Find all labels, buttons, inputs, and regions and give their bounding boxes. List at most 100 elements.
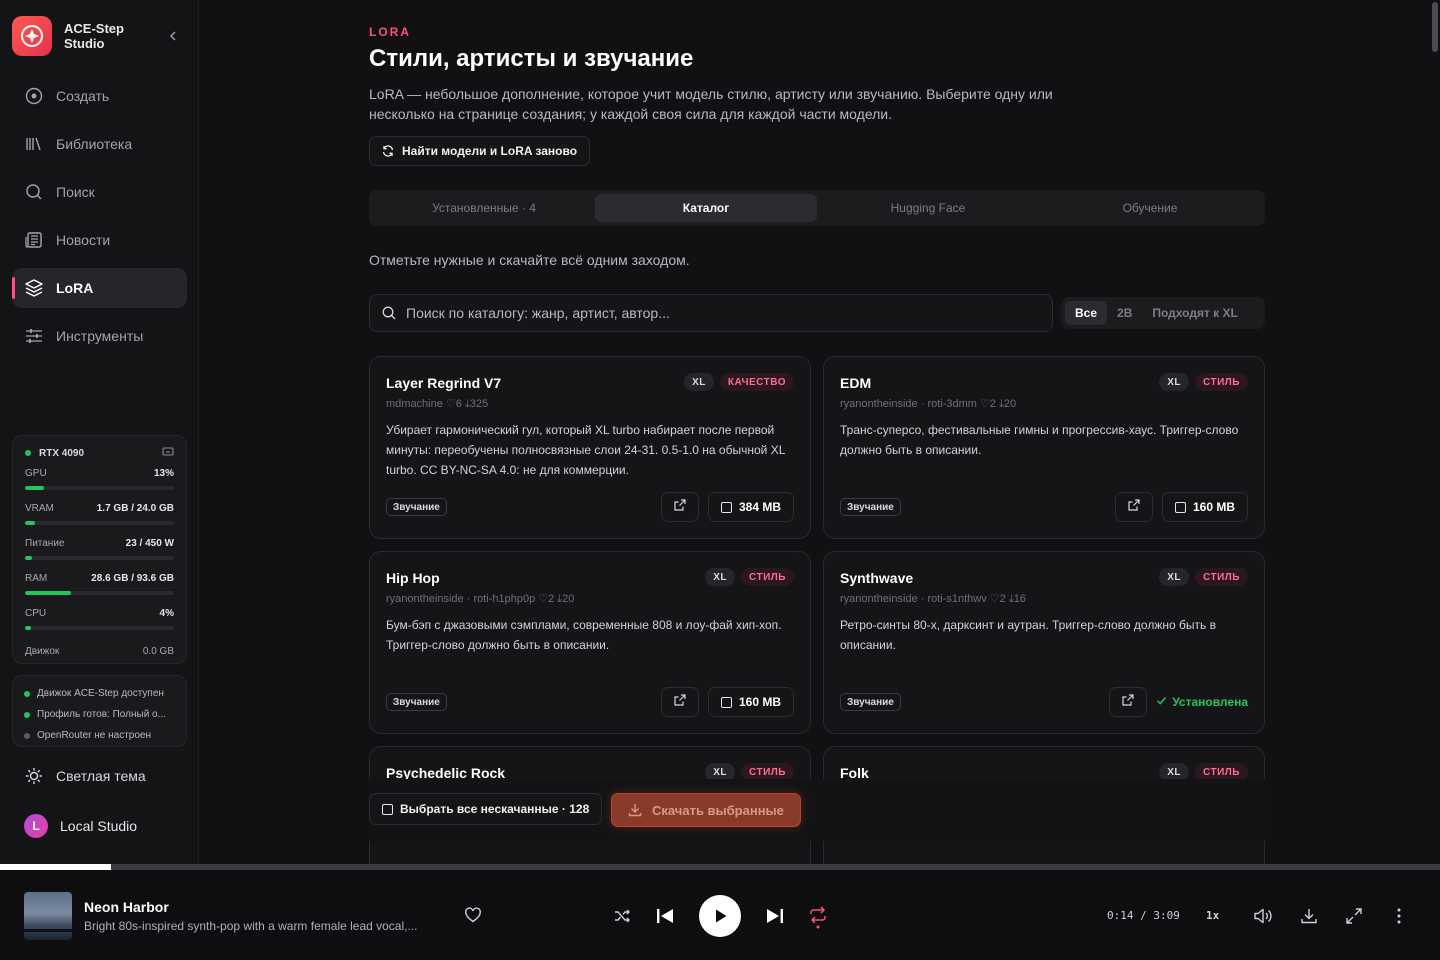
select-download-button[interactable]: 160 MB <box>707 687 794 717</box>
filter-2[interactable]: Подходят к XL <box>1142 301 1247 325</box>
metric-row: VRAM 1.7 GB / 24.0 GB <box>25 503 174 517</box>
metric-label: Питание <box>25 538 65 549</box>
metric-value: 1.7 GB / 24.0 GB <box>96 503 174 514</box>
lora-card-description: Транс-суперсо, фестивальные гимны и прог… <box>840 423 1239 457</box>
nav-item-search[interactable]: Поиск <box>12 172 187 212</box>
tab-3[interactable]: Обучение <box>1039 194 1261 222</box>
theme-toggle[interactable]: Светлая тема <box>24 764 146 788</box>
download-size: 160 MB <box>738 695 781 709</box>
rescan-button[interactable]: Найти модели и LoRA заново <box>369 136 591 166</box>
like-icon[interactable] <box>464 906 482 924</box>
track-cover[interactable] <box>24 892 72 940</box>
sidebar: ACE-Step Studio Создать Библиотека Поиск… <box>0 0 199 864</box>
playback-speed[interactable]: 1x <box>1206 909 1219 922</box>
expand-icon[interactable] <box>1343 906 1365 926</box>
next-icon[interactable] <box>764 906 786 926</box>
open-external-button[interactable] <box>1109 687 1148 717</box>
collapse-sidebar-icon[interactable] <box>168 28 178 44</box>
gpu-name: RTX 4090 <box>39 447 85 459</box>
filter-1[interactable]: 2B <box>1107 301 1142 325</box>
scrollbar-thumb[interactable] <box>1432 2 1438 52</box>
track-title[interactable]: Neon Harbor <box>84 899 169 915</box>
external-link-icon <box>1122 693 1134 711</box>
profile-button[interactable]: L Local Studio <box>24 813 137 839</box>
refresh-icon <box>382 145 394 157</box>
metric-bar-fill <box>25 521 36 525</box>
gpu-status-dot <box>25 450 31 456</box>
download-selected-button[interactable]: Скачать выбранные <box>611 793 801 827</box>
metric-bar <box>25 521 174 525</box>
open-external-button[interactable] <box>660 687 699 717</box>
status-text: OpenRouter не настроен <box>37 730 151 741</box>
catalog-search-input[interactable] <box>406 305 1026 321</box>
metric-row: CPU 4% <box>25 608 174 622</box>
select-all-button[interactable]: Выбрать все нескачанные · 128 <box>369 793 603 825</box>
nav-item-label: Библиотека <box>56 136 133 152</box>
volume-icon[interactable] <box>1252 906 1274 926</box>
metric-vram: VRAM 1.7 GB / 24.0 GB <box>25 503 174 538</box>
search-icon <box>382 306 396 320</box>
play-button[interactable] <box>699 895 741 937</box>
lora-card-actions: Установлена <box>1109 687 1248 717</box>
sun-icon <box>24 767 44 785</box>
nav-item-news[interactable]: Новости <box>12 220 187 260</box>
catalog-search <box>369 294 1053 332</box>
tab-0[interactable]: Установленные · 4 <box>373 194 595 222</box>
metric-label: GPU <box>25 468 47 479</box>
lora-card-title: Synthwave <box>840 570 914 586</box>
download-selected-label: Скачать выбранные <box>652 802 784 818</box>
select-download-button[interactable]: 160 MB <box>1161 492 1248 522</box>
nav-item-tools[interactable]: Инструменты <box>12 316 187 356</box>
track-subtitle: Bright 80s-inspired synth-pop with a war… <box>84 919 418 933</box>
lora-card: Layer Regrind V7 XL КАЧЕСТВО mdmachine ♡6 ⤓… <box>369 356 811 539</box>
shuffle-icon[interactable] <box>612 906 632 926</box>
download-track-icon[interactable] <box>1298 906 1320 926</box>
category-badge: СТИЛЬ <box>1195 568 1248 586</box>
nav-item-library[interactable]: Библиотека <box>12 124 187 164</box>
download-icon <box>628 803 642 817</box>
filter-0[interactable]: Все <box>1065 301 1108 325</box>
app-name: ACE-Step Studio <box>64 21 124 51</box>
metric-row: Питание 23 / 450 W <box>25 538 174 552</box>
nav-item-label: Инструменты <box>56 328 144 344</box>
status-dot <box>24 711 30 718</box>
category-badge: СТИЛЬ <box>741 568 794 586</box>
nav-item-lora[interactable]: LoRA <box>12 268 187 308</box>
model-badge: XL <box>1159 568 1190 586</box>
select-download-button[interactable]: 384 MB <box>707 492 794 522</box>
lora-card-tag: Звучание <box>840 498 901 516</box>
nav-item-label: Поиск <box>56 184 95 200</box>
profile-name: Local Studio <box>60 818 138 834</box>
nav-item-create[interactable]: Создать <box>12 76 187 116</box>
metric-bar <box>25 486 174 490</box>
checkbox-icon <box>720 696 732 708</box>
main-content: LORA Стили, артисты и звучание LoRA — не… <box>199 0 1440 864</box>
lora-card-description: Бум-бэп с джазовыми сэмплами, современны… <box>386 618 782 652</box>
metric-bar-fill <box>25 591 72 595</box>
checkbox-icon <box>720 501 732 513</box>
download-size: 384 MB <box>738 500 781 514</box>
lora-card: EDM XL СТИЛЬ ryanontheinside · roti-3dmm ♡2… <box>823 356 1265 539</box>
rescan-label: Найти модели и LoRA заново <box>402 144 578 158</box>
newspaper-icon <box>24 230 44 250</box>
bulk-actions-bar: Выбрать все нескачанные · 128 Скачать вы… <box>199 779 1440 841</box>
repeat-icon[interactable] <box>807 904 829 930</box>
lora-card-tag: Звучание <box>386 498 447 516</box>
monitor-toggle-icon[interactable] <box>162 446 174 460</box>
metric-bar <box>25 626 174 630</box>
lora-card-title: Layer Regrind V7 <box>386 375 502 391</box>
tab-1[interactable]: Каталог <box>595 194 817 222</box>
lora-card: Hip Hop XL СТИЛЬ ryanontheinside · roti-h1p… <box>369 551 811 734</box>
tab-2[interactable]: Hugging Face <box>817 194 1039 222</box>
sliders-icon <box>24 326 44 346</box>
metric-bar-fill <box>25 556 33 560</box>
metric-bar <box>25 591 174 595</box>
external-link-icon <box>1128 498 1140 516</box>
engine-metric: Движок 0.0 GB <box>25 646 174 657</box>
lora-card-title: Hip Hop <box>386 570 440 586</box>
more-options-icon[interactable] <box>1388 906 1410 926</box>
metric-label: VRAM <box>25 503 54 514</box>
open-external-button[interactable] <box>1114 492 1153 522</box>
previous-icon[interactable] <box>654 906 676 926</box>
open-external-button[interactable] <box>660 492 699 522</box>
